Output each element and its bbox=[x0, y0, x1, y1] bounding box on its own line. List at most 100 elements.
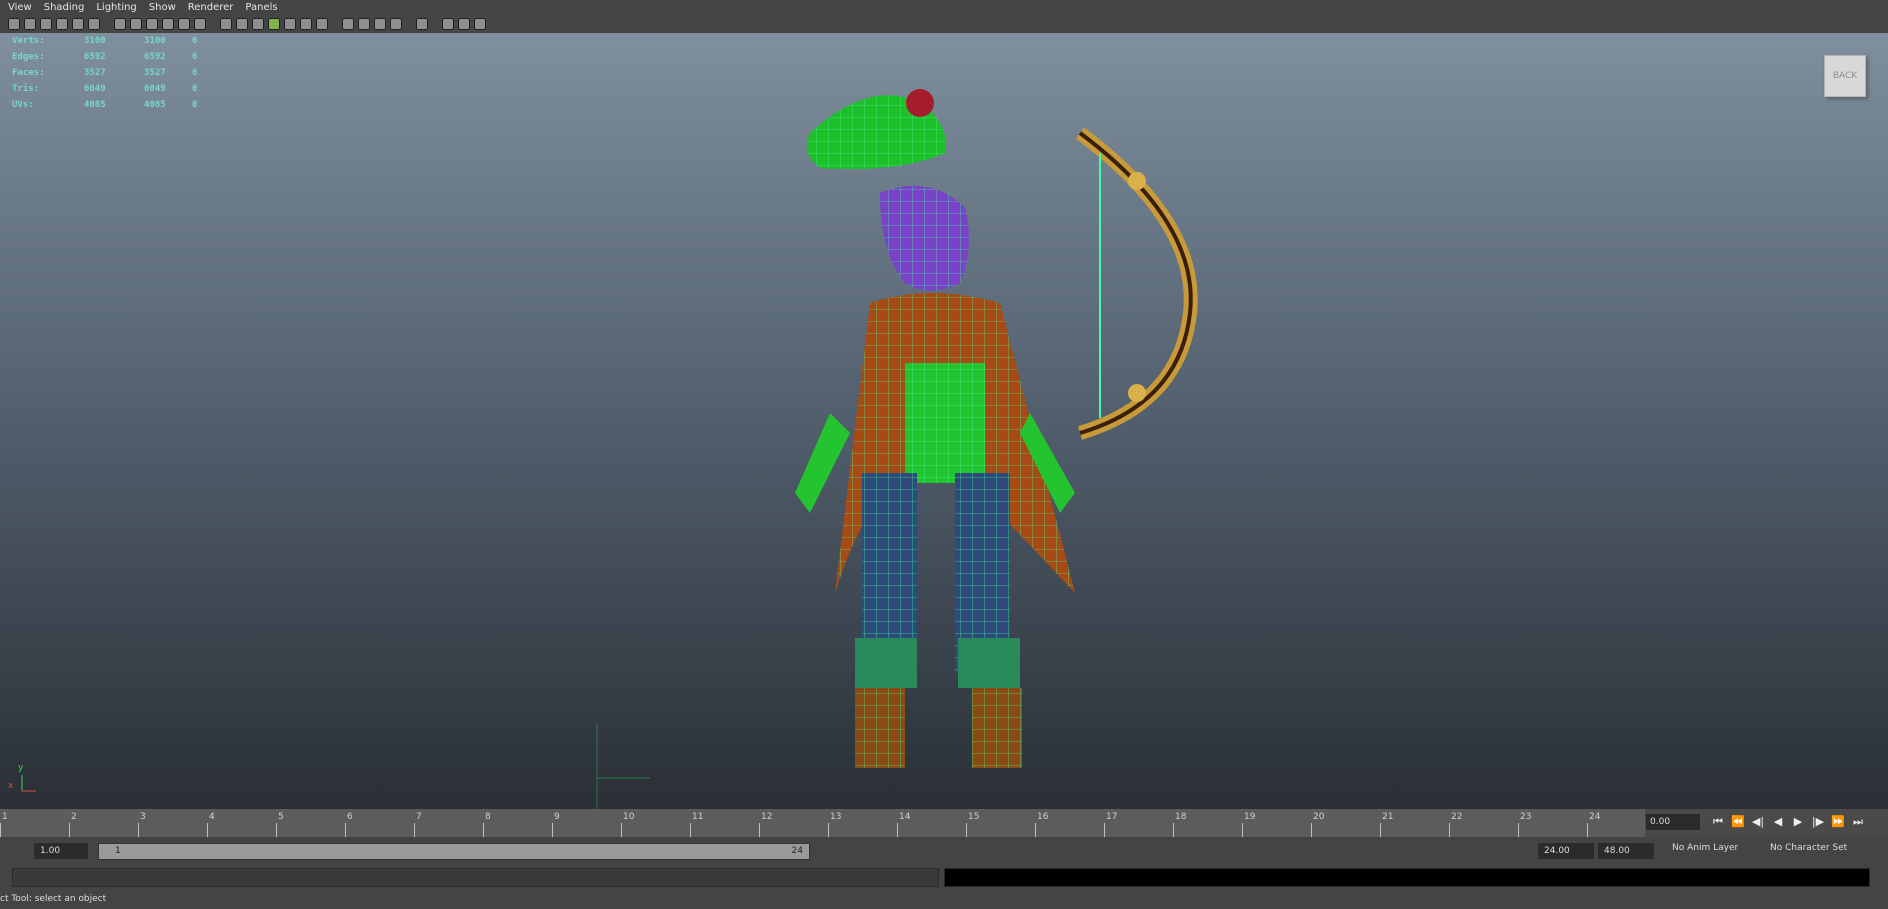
timeline-tick bbox=[828, 823, 829, 837]
character-model-scene[interactable] bbox=[0, 33, 1888, 809]
shadows-icon[interactable] bbox=[316, 17, 328, 30]
go-to-start-button[interactable]: ⏮ bbox=[1708, 814, 1728, 830]
timeline-tick-label: 9 bbox=[554, 812, 560, 822]
current-frame-field[interactable]: 0.00 bbox=[1646, 814, 1700, 830]
toolbar-separator bbox=[104, 18, 110, 30]
timeline-tick-label: 1 bbox=[2, 812, 8, 822]
go-to-end-button[interactable]: ⏭ bbox=[1848, 814, 1868, 830]
timeline-tick bbox=[1587, 823, 1588, 837]
motion-blur-icon[interactable] bbox=[390, 17, 402, 30]
timeline-tick bbox=[690, 823, 691, 837]
timeline-tick bbox=[1035, 823, 1036, 837]
timeline-tick-label: 24 bbox=[1589, 812, 1601, 822]
resolution-gate-icon[interactable] bbox=[114, 17, 126, 30]
step-forward-key-button[interactable]: ⏩ bbox=[1828, 814, 1848, 830]
timeline-tick bbox=[621, 823, 622, 837]
step-back-key-button[interactable]: ⏪ bbox=[1728, 814, 1748, 830]
timeline-tick-label: 16 bbox=[1037, 812, 1049, 822]
3d-viewport[interactable]: Verts: 3100 3100 0 Edges: 6592 6592 0 Faces: 35… bbox=[0, 33, 1888, 809]
menu-lighting[interactable]: Lighting bbox=[96, 2, 136, 13]
start-time-field[interactable]: 1.00 bbox=[34, 843, 88, 859]
smooth-shade-icon[interactable] bbox=[236, 17, 248, 30]
use-all-lights-icon[interactable] bbox=[300, 17, 312, 30]
menu-shading[interactable]: Shading bbox=[44, 2, 85, 13]
legs-model[interactable] bbox=[855, 473, 1022, 768]
time-ruler[interactable]: 1 2 3 4 5 6 7 8 9 10 11 12 13 14 15 16 17 18 19 20 21 22 23 24 bbox=[0, 809, 1645, 837]
menu-show[interactable]: Show bbox=[149, 2, 176, 13]
letter-t-icon[interactable] bbox=[194, 17, 206, 30]
depth-of-field-icon[interactable] bbox=[374, 17, 386, 30]
timeline-tick-label: 11 bbox=[692, 812, 704, 822]
body-model[interactable] bbox=[795, 293, 1075, 593]
timeline-tick-label: 10 bbox=[623, 812, 635, 822]
help-text: ct Tool: select an object bbox=[0, 894, 107, 904]
timeline-tick bbox=[966, 823, 967, 837]
timeline-tick-label: 14 bbox=[899, 812, 911, 822]
ambient-occlusion-icon[interactable] bbox=[342, 17, 354, 30]
textured-icon[interactable] bbox=[284, 17, 296, 30]
timeline-tick-label: 15 bbox=[968, 812, 980, 822]
timeline-tick-label: 17 bbox=[1106, 812, 1118, 822]
range-end-label: 24 bbox=[791, 846, 803, 856]
bookmark-icon[interactable] bbox=[24, 17, 36, 30]
timeline-tick-label: 21 bbox=[1382, 812, 1394, 822]
range-slider-bar: 1.00 1 24 24.00 48.00 No Anim Layer No C… bbox=[0, 837, 1888, 865]
timeline-tick-label: 3 bbox=[140, 812, 146, 822]
wireframe-on-shaded-icon[interactable] bbox=[268, 17, 280, 30]
gate-mask-icon[interactable] bbox=[130, 17, 142, 30]
film-gate-icon[interactable] bbox=[88, 17, 100, 30]
menu-view[interactable]: View bbox=[8, 2, 32, 13]
safe-action-icon[interactable] bbox=[162, 17, 174, 30]
timeline-tick bbox=[897, 823, 898, 837]
backface-icon[interactable] bbox=[474, 17, 486, 30]
menu-renderer[interactable]: Renderer bbox=[188, 2, 234, 13]
timeline-tick bbox=[276, 823, 277, 837]
image-plane-icon[interactable] bbox=[40, 17, 52, 30]
timeline-tick bbox=[0, 823, 1, 837]
select-camera-icon[interactable] bbox=[72, 17, 84, 30]
command-input[interactable] bbox=[12, 868, 939, 887]
timeline-tick-label: 18 bbox=[1175, 812, 1187, 822]
field-chart-icon[interactable] bbox=[146, 17, 158, 30]
play-forwards-button[interactable]: ▶ bbox=[1788, 814, 1808, 830]
panel-toolbar bbox=[0, 14, 1888, 33]
timeline-tick bbox=[1242, 823, 1243, 837]
timeline-tick bbox=[414, 823, 415, 837]
toolbar-separator bbox=[406, 18, 412, 30]
timeline-tick bbox=[1104, 823, 1105, 837]
smooth-shade-all-icon[interactable] bbox=[252, 17, 264, 30]
max-time-field[interactable]: 48.00 bbox=[1598, 843, 1654, 859]
axis-y-label: y bbox=[18, 763, 24, 773]
safe-title-icon[interactable] bbox=[178, 17, 190, 30]
anim-layer-dropdown[interactable]: No Anim Layer bbox=[1672, 843, 1738, 853]
anti-aliasing-icon[interactable] bbox=[358, 17, 370, 30]
camera-icon[interactable] bbox=[8, 17, 20, 30]
step-back-frame-button[interactable]: ◀| bbox=[1748, 814, 1768, 830]
bow-model[interactable] bbox=[1075, 127, 1198, 440]
end-time-field[interactable]: 24.00 bbox=[1538, 843, 1594, 859]
help-line: ct Tool: select an object bbox=[0, 889, 1888, 909]
hair-model[interactable] bbox=[880, 185, 969, 291]
timeline-tick bbox=[69, 823, 70, 837]
isolate-select-icon[interactable] bbox=[416, 17, 428, 30]
character-set-dropdown[interactable]: No Character Set bbox=[1770, 843, 1847, 853]
timeline-tick bbox=[1449, 823, 1450, 837]
menu-panels[interactable]: Panels bbox=[245, 2, 277, 13]
panel-menubar: View Shading Lighting Show Renderer Pane… bbox=[0, 0, 1888, 14]
timeline-tick-label: 5 bbox=[278, 812, 284, 822]
wireframe-icon[interactable] bbox=[220, 17, 232, 30]
timeline-tick-label: 19 bbox=[1244, 812, 1256, 822]
timeline-tick bbox=[552, 823, 553, 837]
xray-icon[interactable] bbox=[442, 17, 454, 30]
grid-icon[interactable] bbox=[56, 17, 68, 30]
range-slider[interactable]: 1 24 bbox=[98, 843, 810, 860]
playback-controls: ⏮ ⏪ ◀| ◀ ▶ |▶ ⏩ ⏭ bbox=[1708, 814, 1868, 830]
timeline-tick bbox=[207, 823, 208, 837]
hat-model[interactable] bbox=[806, 89, 946, 169]
timeline-tick-label: 12 bbox=[761, 812, 773, 822]
xray-joints-icon[interactable] bbox=[458, 17, 470, 30]
play-backwards-button[interactable]: ◀ bbox=[1768, 814, 1788, 830]
step-forward-frame-button[interactable]: |▶ bbox=[1808, 814, 1828, 830]
timeline-tick bbox=[1380, 823, 1381, 837]
time-slider[interactable]: 1 2 3 4 5 6 7 8 9 10 11 12 13 14 15 16 17 18 19 20 21 22 23 24 … bbox=[0, 809, 1888, 837]
